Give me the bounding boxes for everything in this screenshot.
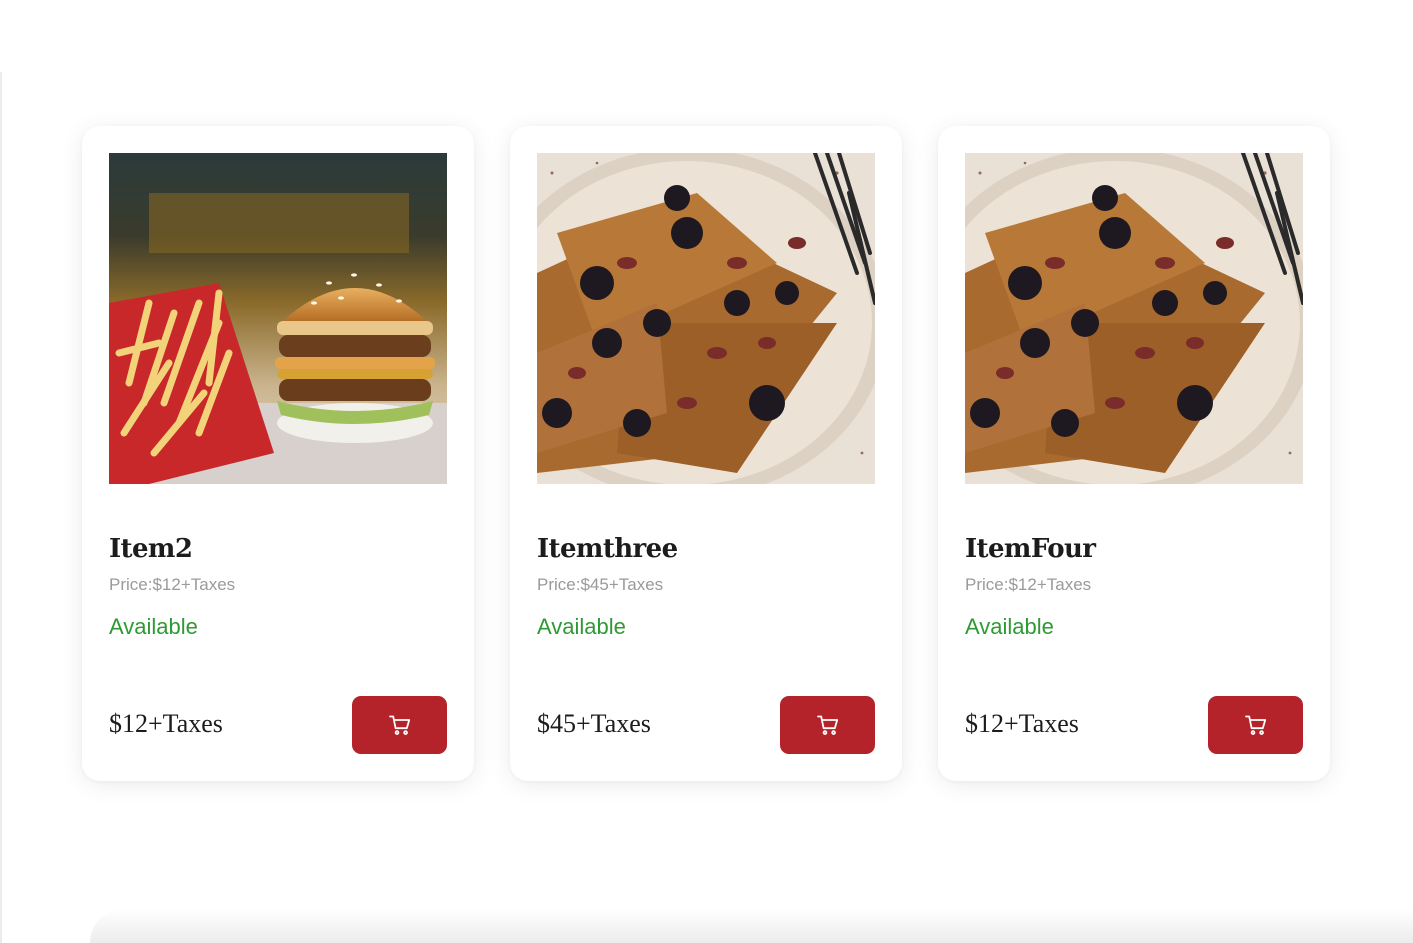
product-price-line: Price:$12+Taxes bbox=[109, 575, 236, 594]
product-card: ItemFour Price:$12+Taxes Available $12+T… bbox=[938, 126, 1330, 781]
add-to-cart-button[interactable] bbox=[780, 696, 875, 754]
product-image-french-toast bbox=[537, 153, 875, 484]
availability-status: Available bbox=[965, 614, 1054, 639]
product-price: $12+Taxes bbox=[109, 709, 223, 738]
shopping-cart-icon bbox=[388, 715, 411, 735]
product-price: $12+Taxes bbox=[965, 709, 1079, 738]
product-image-burger bbox=[109, 153, 447, 484]
product-price: $45+Taxes bbox=[537, 709, 651, 738]
product-price-line: Price:$12+Taxes bbox=[965, 575, 1092, 594]
product-image-french-toast bbox=[965, 153, 1303, 484]
shopping-cart-icon bbox=[816, 715, 839, 735]
availability-status: Available bbox=[109, 614, 198, 639]
page-bottom-shadow bbox=[90, 909, 1413, 943]
page-edge-divider bbox=[0, 72, 2, 943]
shopping-cart-icon bbox=[1244, 715, 1267, 735]
product-name: Item2 bbox=[109, 534, 193, 564]
product-card: Itemthree Price:$45+Taxes Available $45+… bbox=[510, 126, 902, 781]
add-to-cart-button[interactable] bbox=[1208, 696, 1303, 754]
product-price-line: Price:$45+Taxes bbox=[537, 575, 664, 594]
product-name: ItemFour bbox=[965, 534, 1096, 564]
add-to-cart-button[interactable] bbox=[352, 696, 447, 754]
product-name: Itemthree bbox=[537, 534, 678, 564]
product-card: Item2 Price:$12+Taxes Available $12+Taxe… bbox=[82, 126, 474, 781]
availability-status: Available bbox=[537, 614, 626, 639]
